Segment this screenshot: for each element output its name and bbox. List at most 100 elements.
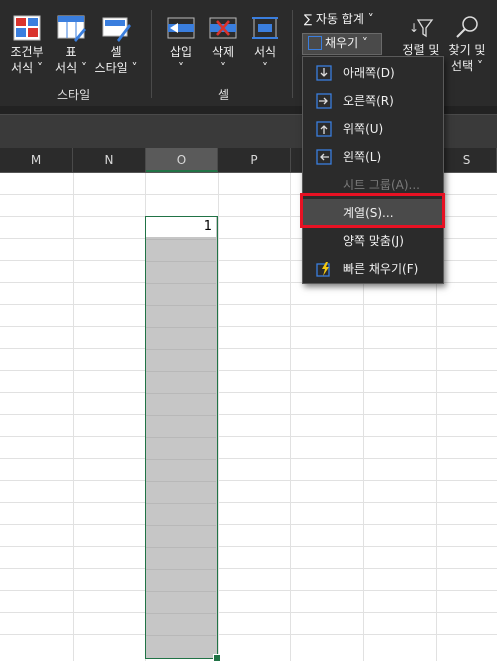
- svg-text:↓: ↓: [409, 21, 419, 35]
- cell-divider: [146, 459, 216, 460]
- column-header-n[interactable]: N: [73, 148, 146, 172]
- cell-divider: [146, 437, 216, 438]
- cell-divider: [146, 503, 216, 504]
- grid-line: [73, 173, 74, 661]
- grid-line: [0, 304, 497, 305]
- column-header-p[interactable]: P: [218, 148, 291, 172]
- grid-line: [0, 590, 497, 591]
- conditional-format-label-1: 조건부: [10, 45, 44, 59]
- format-as-table-button[interactable]: 표 서식 ˅: [52, 14, 90, 76]
- menu-item-label: 아래쪽(D): [343, 66, 395, 80]
- format-table-label-1: 표: [65, 45, 77, 59]
- menu-item-label: 왼쪽(L): [343, 150, 382, 164]
- grid-line: [0, 370, 497, 371]
- cell-divider: [146, 283, 216, 284]
- format-cells-icon: [252, 17, 278, 39]
- cell-divider: [146, 591, 216, 592]
- column-header-o[interactable]: O: [146, 148, 218, 172]
- group-label-cells: 셀: [218, 88, 230, 102]
- menu-item-justify[interactable]: 양쪽 맞춤(J): [303, 227, 443, 255]
- menu-item-label: 빠른 채우기(F): [343, 262, 419, 276]
- grid-line: [0, 634, 497, 635]
- autosum-button[interactable]: ∑ 자동 합계 ˅: [304, 11, 396, 27]
- cell-divider: [146, 547, 216, 548]
- grid-line: [0, 436, 497, 437]
- fill-right-icon: [316, 93, 332, 109]
- cell-divider: [146, 349, 216, 350]
- cell-divider: [146, 415, 216, 416]
- conditional-format-button[interactable]: 조건부 서식 ˅: [4, 14, 50, 76]
- sort-filter-button[interactable]: ↓ 정렬 및: [395, 14, 447, 58]
- delete-label-1: 삭제: [211, 45, 235, 59]
- cell-divider: [146, 371, 216, 372]
- insert-label-1: 삽입: [169, 45, 193, 59]
- grid-line: [290, 173, 291, 661]
- active-cell[interactable]: 1: [146, 217, 216, 237]
- column-header-m[interactable]: M: [0, 148, 73, 172]
- cell-divider: [146, 569, 216, 570]
- fill-button[interactable]: 채우기 ˅: [302, 33, 382, 55]
- grid-line: [0, 414, 497, 415]
- grid-line: [0, 524, 497, 525]
- cell-styles-label-2: 스타일 ˅: [94, 61, 138, 75]
- cell-styles-icon: [102, 17, 131, 42]
- grid-line: [0, 502, 497, 503]
- find-select-button[interactable]: 찾기 및 선택 ˅: [444, 14, 490, 74]
- menu-item-label: 양쪽 맞춤(J): [343, 234, 404, 248]
- format-table-icon: [57, 15, 86, 42]
- insert-label-2: ˅: [178, 61, 184, 75]
- cell-divider: [146, 305, 216, 306]
- grid-line: [0, 326, 497, 327]
- format-cells-button[interactable]: 서식 ˅: [246, 14, 284, 76]
- conditional-format-label-2: 서식 ˅: [11, 61, 43, 75]
- grid-line: [0, 568, 497, 569]
- grid-line: [0, 348, 497, 349]
- grid-line: [218, 173, 219, 661]
- menu-item-fill-right[interactable]: 오른쪽(R): [303, 87, 443, 115]
- delete-label-2: ˅: [220, 61, 226, 75]
- grid-line: [0, 458, 497, 459]
- delete-cells-icon: [209, 17, 237, 39]
- fill-label: 채우기 ˅: [325, 36, 368, 50]
- cell-divider: [146, 635, 216, 636]
- group-label-styles: 스타일: [57, 88, 91, 102]
- menu-item-fill-up[interactable]: 위쪽(U): [303, 115, 443, 143]
- menu-item-fill-left[interactable]: 왼쪽(L): [303, 143, 443, 171]
- format-label-2: ˅: [262, 61, 268, 75]
- highlight-annotation-box: [300, 193, 445, 228]
- cell-styles-button[interactable]: 셀 스타일 ˅: [90, 14, 142, 76]
- ribbon-separator: [151, 10, 152, 98]
- find-select-label-1: 찾기 및: [448, 43, 486, 57]
- flash-fill-icon: [316, 262, 330, 277]
- menu-item-label: 위쪽(U): [343, 122, 384, 136]
- cell-divider: [146, 481, 216, 482]
- insert-cells-icon: [167, 17, 195, 39]
- cell-divider: [146, 393, 216, 394]
- grid-line: [0, 612, 497, 613]
- menu-item-fill-down[interactable]: 아래쪽(D): [303, 59, 443, 87]
- cell-divider: [146, 327, 216, 328]
- insert-cells-button[interactable]: 삽입 ˅: [162, 14, 200, 76]
- menu-item-label: 오른쪽(R): [343, 94, 394, 108]
- fill-down-icon: [308, 35, 322, 50]
- conditional-format-icon: [13, 15, 41, 41]
- format-table-label-2: 서식 ˅: [55, 61, 87, 75]
- search-icon: [456, 16, 478, 38]
- format-label-1: 서식: [253, 45, 277, 59]
- cell-styles-label-1: 셀: [110, 45, 122, 59]
- fill-down-icon: [316, 65, 332, 81]
- cell-divider: [146, 261, 216, 262]
- grid-line: [0, 546, 497, 547]
- cell-divider: [146, 239, 216, 240]
- selected-range[interactable]: 1: [145, 216, 221, 662]
- menu-item-flash-fill[interactable]: 빠른 채우기(F): [303, 255, 443, 283]
- delete-cells-button[interactable]: 삭제 ˅: [204, 14, 242, 76]
- fill-up-icon: [316, 121, 332, 137]
- grid-line: [0, 392, 497, 393]
- fill-dropdown-menu: 아래쪽(D) 오른쪽(R) 위쪽(U) 왼쪽(L) 시트 그룹(A)... 계열…: [302, 56, 444, 284]
- sort-filter-icon: ↓: [409, 19, 434, 38]
- column-header-s[interactable]: S: [437, 148, 497, 172]
- ribbon-separator: [292, 10, 293, 98]
- cell-divider: [146, 613, 216, 614]
- fill-left-icon: [316, 149, 332, 165]
